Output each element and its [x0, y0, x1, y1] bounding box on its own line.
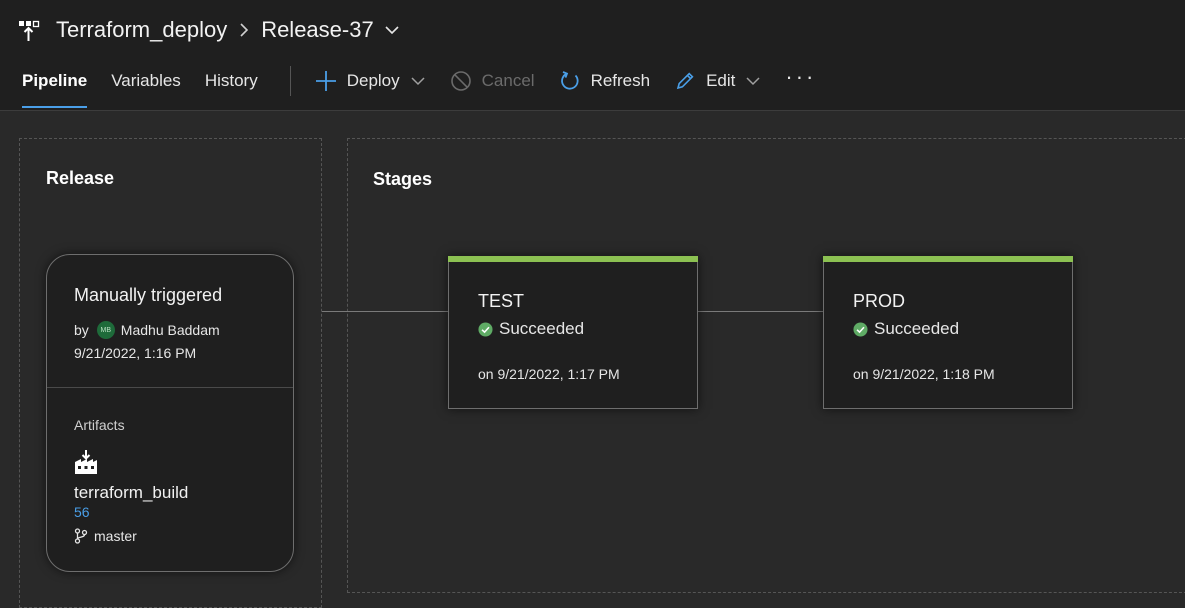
stage-status-text: Succeeded: [499, 319, 585, 338]
release-card[interactable]: Manually triggered by MB Madhu Baddam 9/…: [46, 254, 294, 572]
branch-icon: [74, 528, 88, 544]
connector-line: [322, 311, 348, 312]
tab-history[interactable]: History: [205, 66, 258, 96]
refresh-icon: [560, 71, 579, 90]
chevron-right-icon: [239, 22, 249, 38]
release-creator: by MB Madhu Baddam: [74, 321, 220, 339]
artifacts-label: Artifacts: [74, 417, 125, 433]
deploy-button[interactable]: Deploy: [315, 70, 426, 92]
stage-name: PROD: [853, 291, 906, 311]
pipeline-name-link[interactable]: Terraform_deploy: [56, 17, 227, 43]
stage-status: Succeeded: [478, 319, 584, 339]
avatar: MB: [96, 321, 115, 339]
release-name[interactable]: Release-37: [261, 17, 374, 43]
stage-date: on 9/21/2022, 1:17 PM: [478, 366, 620, 382]
edit-label: Edit: [706, 71, 736, 90]
trigger-text: Manually triggered: [74, 285, 223, 305]
stage-name: TEST: [478, 291, 525, 311]
breadcrumb: Terraform_deploy Release-37: [18, 14, 400, 46]
release-panel-title: Release: [46, 168, 115, 188]
success-check-icon: [853, 321, 868, 337]
cancel-button[interactable]: Cancel: [450, 70, 535, 92]
cancel-label: Cancel: [481, 71, 535, 90]
stage-card-prod[interactable]: PROD Succeeded on 9/21/2022, 1:18 PM: [823, 256, 1073, 409]
header: Terraform_deploy Release-37 Pipeline Var…: [0, 0, 1185, 111]
connector-line: [348, 311, 448, 312]
refresh-button[interactable]: Refresh: [559, 70, 651, 92]
stage-status: Succeeded: [853, 319, 959, 339]
tab-variables[interactable]: Variables: [111, 66, 181, 96]
branch: master: [74, 528, 137, 544]
stage-status-text: Succeeded: [874, 319, 960, 338]
more-actions-button[interactable]: ···: [785, 64, 816, 90]
tab-bar: Pipeline Variables History Deploy Cancel…: [22, 64, 816, 108]
stages-panel-title: Stages: [373, 169, 433, 189]
user-name: Madhu Baddam: [120, 322, 220, 338]
stage-status-bar: [448, 256, 698, 262]
pencil-icon: [676, 72, 694, 90]
connector-line: [698, 311, 823, 312]
stage-status-bar: [823, 256, 1073, 262]
build-number-link[interactable]: 56: [74, 504, 90, 520]
cancel-icon: [450, 71, 471, 91]
stage-date: on 9/21/2022, 1:18 PM: [853, 366, 995, 382]
release-pipeline-icon: [19, 20, 40, 41]
success-check-icon: [478, 321, 493, 337]
tab-pipeline[interactable]: Pipeline: [22, 66, 88, 108]
chevron-down-icon[interactable]: [384, 25, 400, 35]
chevron-down-icon: [746, 77, 760, 86]
card-divider: [47, 387, 293, 388]
artifact-name: terraform_build: [74, 483, 189, 502]
by-label: by: [74, 322, 89, 338]
branch-name: master: [94, 528, 137, 544]
build-artifact-icon: [74, 449, 98, 480]
chevron-down-icon: [411, 77, 425, 86]
plus-icon: [315, 71, 336, 91]
refresh-label: Refresh: [590, 71, 651, 90]
stage-card-test[interactable]: TEST Succeeded on 9/21/2022, 1:17 PM: [448, 256, 698, 409]
deploy-label: Deploy: [346, 71, 400, 90]
edit-button[interactable]: Edit: [674, 70, 761, 92]
release-date: 9/21/2022, 1:16 PM: [74, 345, 197, 361]
toolbar-divider: [289, 66, 291, 96]
